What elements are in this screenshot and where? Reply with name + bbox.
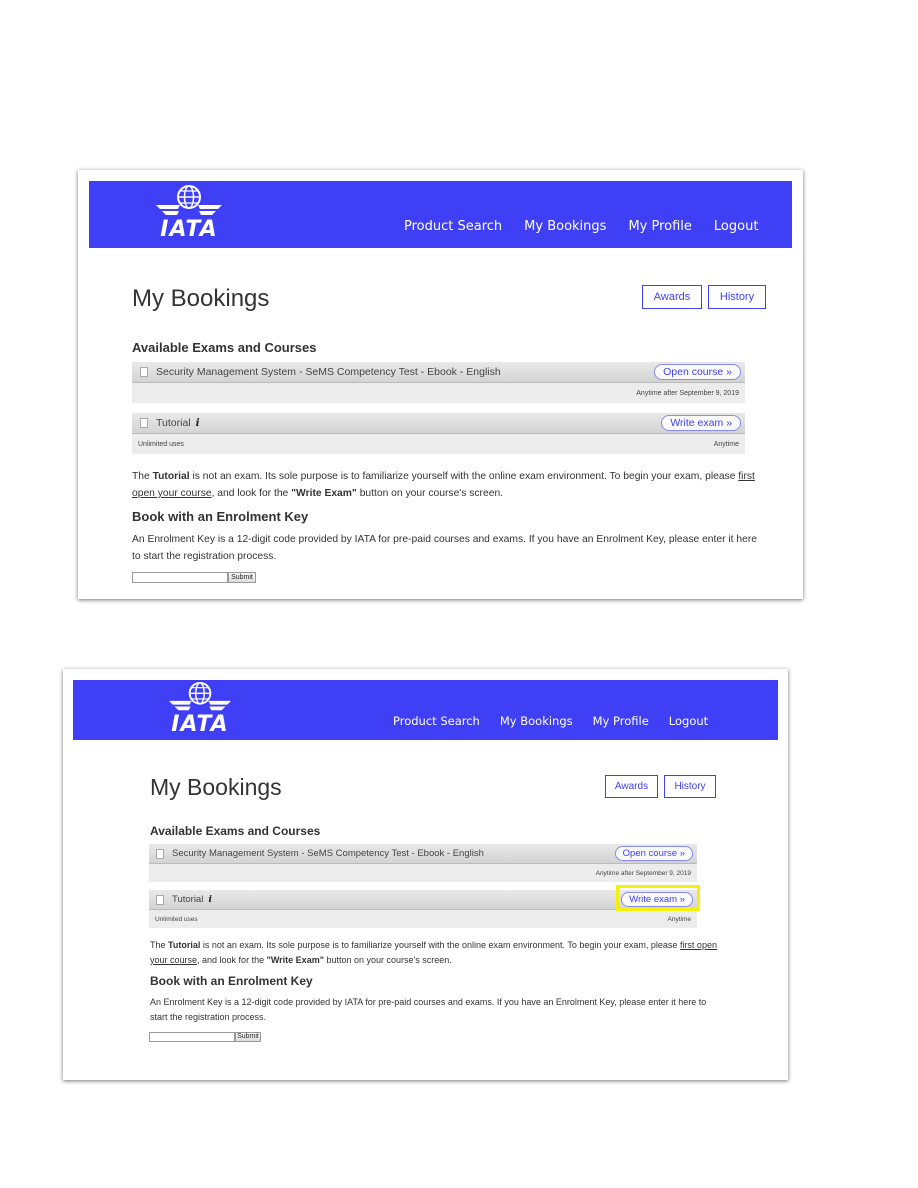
open-course-button[interactable]: Open course » (614, 846, 693, 861)
course-name: Security Management System - SeMS Compet… (156, 366, 501, 378)
note-bold: "Write Exam" (266, 955, 324, 965)
iata-logo[interactable]: IATA (147, 185, 231, 243)
screenshot-1: IATA Product Search My Bookings My Profi… (78, 170, 803, 599)
note-text: , and look for the (197, 955, 267, 965)
submit-button[interactable]: Submit (228, 572, 256, 583)
note-bold: Tutorial (168, 940, 201, 950)
nav-product-search[interactable]: Product Search (404, 219, 502, 234)
note-text: button on your course's screen. (356, 488, 504, 499)
enrolment-section-title: Book with an Enrolment Key (150, 974, 313, 988)
tutorial-note: The Tutorial is not an exam. Its sole pu… (132, 468, 762, 502)
enrolment-text: An Enrolment Key is a 12-digit code prov… (150, 997, 707, 1022)
history-button[interactable]: History (708, 285, 766, 309)
history-button[interactable]: History (664, 775, 716, 798)
note-text: is not an exam. Its sole purpose is to f… (189, 471, 739, 482)
globe-wings-icon (156, 185, 222, 215)
nav-my-profile[interactable]: My Profile (593, 714, 649, 728)
awards-button[interactable]: Awards (605, 775, 658, 798)
iata-logo[interactable]: IATA (159, 682, 241, 736)
nav-my-bookings[interactable]: My Bookings (500, 714, 573, 728)
nav-product-search[interactable]: Product Search (393, 714, 480, 728)
nav-my-profile[interactable]: My Profile (628, 219, 691, 234)
document-icon (156, 848, 164, 859)
course-row-tutorial: Tutorial 𝒊 Write exam » (149, 890, 697, 910)
document-icon (140, 418, 148, 428)
enrolment-text: An Enrolment Key is a 12-digit code prov… (132, 534, 758, 562)
course-name: Tutorial (172, 894, 204, 905)
document-icon (156, 894, 164, 905)
course-row-sems-details: Anytime after September 9, 2019 (149, 864, 697, 882)
awards-button[interactable]: Awards (642, 285, 702, 309)
main-nav: Product Search My Bookings My Profile Lo… (393, 714, 728, 728)
available-section-title: Available Exams and Courses (132, 340, 317, 355)
note-bold: Tutorial (152, 471, 190, 482)
nav-my-bookings[interactable]: My Bookings (524, 219, 606, 234)
logo-text: IATA (160, 217, 218, 242)
page-title: My Bookings (150, 774, 282, 800)
course-name: Security Management System - SeMS Compet… (172, 848, 484, 859)
course-row-tutorial-details: Unlimited uses Anytime (132, 434, 745, 454)
logo-text: IATA (171, 712, 229, 737)
course-availability: Anytime after September 9, 2019 (636, 389, 739, 397)
course-availability: Anytime (713, 440, 739, 448)
globe-wings-icon (168, 682, 232, 711)
site-header: IATA Product Search My Bookings My Profi… (89, 181, 792, 248)
note-text: is not an exam. Its sole purpose is to f… (200, 940, 680, 950)
document-icon (140, 367, 148, 377)
open-course-button[interactable]: Open course » (654, 364, 741, 380)
note-bold: "Write Exam" (291, 488, 357, 499)
note-text: , and look for the (211, 488, 292, 499)
tutorial-note: The Tutorial is not an exam. Its sole pu… (150, 938, 720, 968)
nav-logout[interactable]: Logout (669, 714, 708, 728)
course-row-tutorial-details: Unlimited uses Anytime (149, 910, 697, 928)
course-uses: Unlimited uses (138, 440, 184, 448)
screenshot-2: IATA Product Search My Bookings My Profi… (63, 669, 788, 1080)
note-text: The (150, 940, 169, 950)
page-title: My Bookings (132, 285, 270, 312)
nav-logout[interactable]: Logout (714, 219, 759, 234)
enrolment-key-input[interactable] (132, 572, 228, 583)
course-row-sems: Security Management System - SeMS Compet… (149, 844, 697, 864)
course-name: Tutorial (156, 417, 191, 429)
available-section-title: Available Exams and Courses (150, 824, 321, 838)
course-row-tutorial: Tutorial 𝒊 Write exam » (132, 413, 745, 434)
write-exam-highlight (616, 885, 700, 911)
info-icon[interactable]: 𝒊 (208, 894, 212, 905)
course-row-sems: Security Management System - SeMS Compet… (132, 362, 745, 383)
info-icon[interactable]: 𝒊 (196, 417, 200, 429)
course-availability: Anytime (667, 915, 691, 923)
site-header: IATA Product Search My Bookings My Profi… (73, 680, 778, 740)
enrolment-section-title: Book with an Enrolment Key (132, 509, 309, 524)
enrolment-key-input[interactable] (149, 1032, 235, 1042)
note-text: The (132, 471, 153, 482)
main-nav: Product Search My Bookings My Profile Lo… (404, 219, 780, 234)
course-uses: Unlimited uses (155, 915, 198, 923)
note-text: button on your course's screen. (323, 955, 452, 965)
submit-button[interactable]: Submit (235, 1032, 261, 1042)
write-exam-button[interactable]: Write exam » (661, 415, 741, 431)
course-availability: Anytime after September 9, 2019 (595, 869, 691, 877)
course-row-sems-details: Anytime after September 9, 2019 (132, 383, 745, 403)
